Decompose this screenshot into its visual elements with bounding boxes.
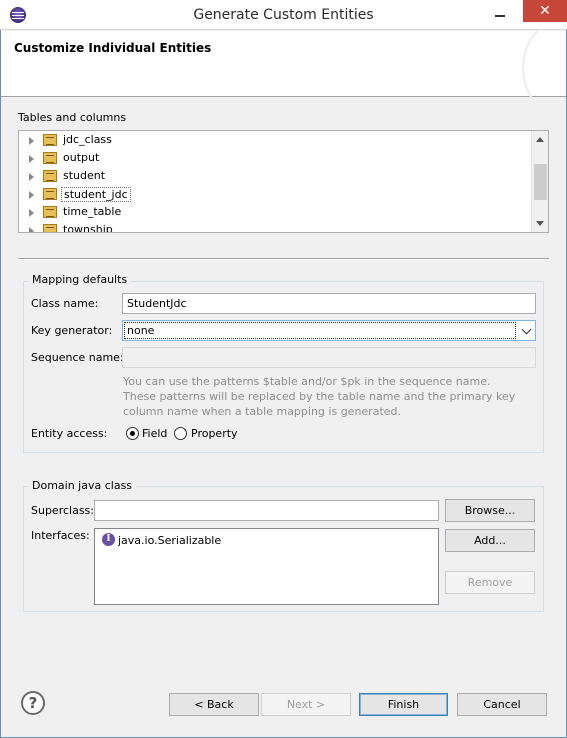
chevron-down-icon: [521, 324, 532, 335]
cancel-button[interactable]: Cancel: [457, 693, 547, 716]
tree-item[interactable]: township: [19, 222, 529, 233]
mapping-defaults-title: Mapping defaults: [28, 273, 132, 286]
table-icon: [43, 188, 57, 200]
window-title: Generate Custom Entities: [193, 7, 374, 23]
key-generator-select[interactable]: none: [122, 320, 536, 341]
entity-access-label: Entity access:: [31, 427, 108, 440]
close-button[interactable]: ✕: [523, 0, 567, 22]
title-bar: Generate Custom Entities ✕: [0, 0, 567, 30]
access-field-radio[interactable]: [126, 427, 139, 440]
sequence-hint-1: You can use the patterns $table and/or $…: [123, 375, 491, 388]
interfaces-list[interactable]: I java.io.Serializable: [94, 528, 439, 605]
header-banner-icon: [506, 31, 566, 97]
tree-item-label: time_table: [63, 205, 122, 218]
sequence-hint-2: These patterns will be replaced by the t…: [123, 390, 516, 403]
sequence-hint-3: column name when a table mapping is gene…: [123, 405, 402, 418]
sequence-name-label: Sequence name:: [31, 351, 124, 364]
tree-item[interactable]: output: [19, 150, 529, 168]
next-button[interactable]: Next >: [261, 693, 351, 716]
domain-class-title: Domain java class: [28, 479, 137, 492]
page-title: Customize Individual Entities: [14, 41, 212, 55]
tree-item-label: student: [63, 169, 106, 182]
remove-interface-button[interactable]: Remove: [445, 571, 535, 594]
scroll-thumb[interactable]: [534, 164, 547, 200]
interfaces-label: Interfaces:: [31, 529, 90, 542]
finish-button[interactable]: Finish: [359, 693, 448, 716]
minimize-button[interactable]: [495, 9, 509, 17]
tree-item[interactable]: jdc_class: [19, 132, 529, 150]
table-icon: [43, 134, 57, 146]
add-interface-button[interactable]: Add...: [445, 529, 535, 552]
tree-item-selected[interactable]: student_jdc: [19, 186, 529, 204]
tree-scrollbar[interactable]: [531, 131, 548, 232]
expand-arrow-icon[interactable]: [29, 191, 34, 199]
list-item[interactable]: java.io.Serializable: [118, 534, 221, 547]
key-generator-label: Key generator:: [31, 324, 113, 337]
wizard-header: Customize Individual Entities: [1, 31, 566, 97]
scroll-up-icon[interactable]: [536, 137, 544, 142]
interface-icon: I: [102, 533, 115, 546]
separator: [18, 258, 549, 260]
tables-label: Tables and columns: [18, 111, 127, 124]
expand-arrow-icon[interactable]: [29, 227, 34, 232]
tree-item[interactable]: time_table: [19, 204, 529, 222]
access-property-radio[interactable]: [174, 427, 187, 440]
table-icon: [43, 206, 57, 218]
expand-arrow-icon[interactable]: [29, 155, 34, 163]
sequence-name-input[interactable]: [122, 347, 536, 368]
key-generator-value: none: [124, 322, 516, 339]
tree-item-label: jdc_class: [63, 133, 112, 146]
expand-arrow-icon[interactable]: [29, 137, 34, 145]
tree-item-label: student_jdc: [61, 187, 131, 202]
access-property-label[interactable]: Property: [191, 427, 238, 440]
tree-item-label: township: [63, 223, 113, 233]
browse-button[interactable]: Browse...: [445, 499, 535, 522]
tree-item-label: output: [63, 151, 100, 164]
tree-item[interactable]: student: [19, 168, 529, 186]
minimize-icon: [495, 15, 505, 17]
access-field-label[interactable]: Field: [142, 427, 167, 440]
help-icon[interactable]: ?: [21, 691, 45, 715]
table-icon: [43, 170, 57, 182]
back-button[interactable]: < Back: [169, 693, 259, 716]
scroll-down-icon[interactable]: [536, 221, 544, 226]
table-icon: [43, 224, 57, 232]
superclass-label: Superclass:: [31, 504, 94, 517]
class-name-input[interactable]: StudentJdc: [122, 293, 536, 314]
tables-tree[interactable]: jdc_class output student student_jdc tim…: [18, 130, 549, 233]
class-name-label: Class name:: [31, 297, 99, 310]
expand-arrow-icon[interactable]: [29, 173, 34, 181]
table-icon: [43, 152, 57, 164]
superclass-input[interactable]: [94, 500, 439, 521]
expand-arrow-icon[interactable]: [29, 209, 34, 217]
